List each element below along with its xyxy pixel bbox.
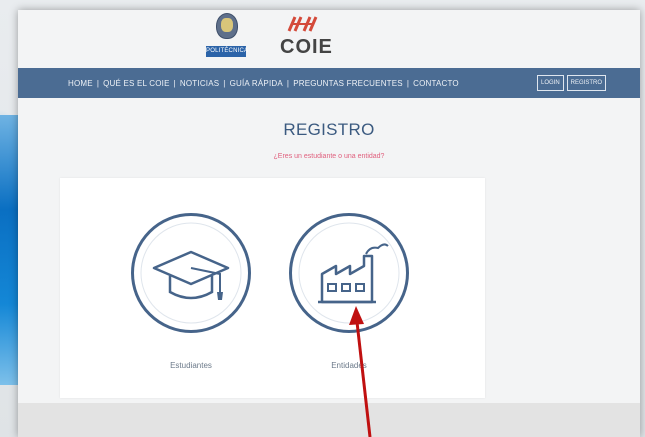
- nav-noticias[interactable]: NOTICIAS: [180, 79, 219, 88]
- nav-separator: |: [223, 78, 226, 88]
- nav-contacto[interactable]: CONTACTO: [413, 79, 459, 88]
- entities-option-label[interactable]: Entidades: [289, 361, 409, 370]
- auth-buttons: LOGIN REGISTRO: [537, 75, 607, 91]
- registration-options-card: Estudiantes Entidades: [60, 178, 485, 398]
- factory-icon: [298, 222, 400, 324]
- page-title: REGISTRO: [283, 120, 375, 139]
- nav-separator: |: [173, 78, 176, 88]
- nav-separator: |: [286, 78, 290, 88]
- nav-home[interactable]: HOME: [68, 79, 93, 88]
- site-header: POLITÉCNICA COIE: [18, 10, 640, 68]
- login-button[interactable]: LOGIN: [537, 75, 564, 91]
- background-window-edge: [0, 115, 18, 385]
- registration-question: ¿Eres un estudiante o una entidad?: [273, 153, 385, 160]
- upm-logo[interactable]: POLITÉCNICA: [206, 13, 248, 63]
- footer-band: [18, 403, 640, 437]
- coie-logo-mark-icon: [287, 16, 318, 32]
- coie-brand-text[interactable]: COIE: [280, 37, 333, 57]
- nav-separator: |: [96, 78, 100, 88]
- nav-links: HOME | QUÉ ES EL COIE | NOTICIAS | GUÍA …: [68, 68, 459, 98]
- register-button[interactable]: REGISTRO: [566, 75, 607, 91]
- students-option-button[interactable]: [131, 213, 251, 333]
- university-label: POLITÉCNICA: [206, 46, 248, 57]
- nav-separator: |: [406, 78, 410, 88]
- students-option-label[interactable]: Estudiantes: [131, 361, 251, 370]
- nav-guia-rapida[interactable]: GUÍA RÁPIDA: [230, 79, 283, 88]
- nav-preguntas-frecuentes[interactable]: PREGUNTAS FRECUENTES: [293, 79, 403, 88]
- graduation-cap-icon: [140, 222, 242, 324]
- nav-que-es-el-coie[interactable]: QUÉ ES EL COIE: [103, 79, 170, 88]
- university-seal-icon: [216, 13, 238, 39]
- entities-option-button[interactable]: [289, 213, 409, 333]
- main-navbar: HOME | QUÉ ES EL COIE | NOTICIAS | GUÍA …: [18, 68, 640, 98]
- browser-page: POLITÉCNICA COIE HOME | QUÉ ES EL COIE |…: [18, 10, 640, 437]
